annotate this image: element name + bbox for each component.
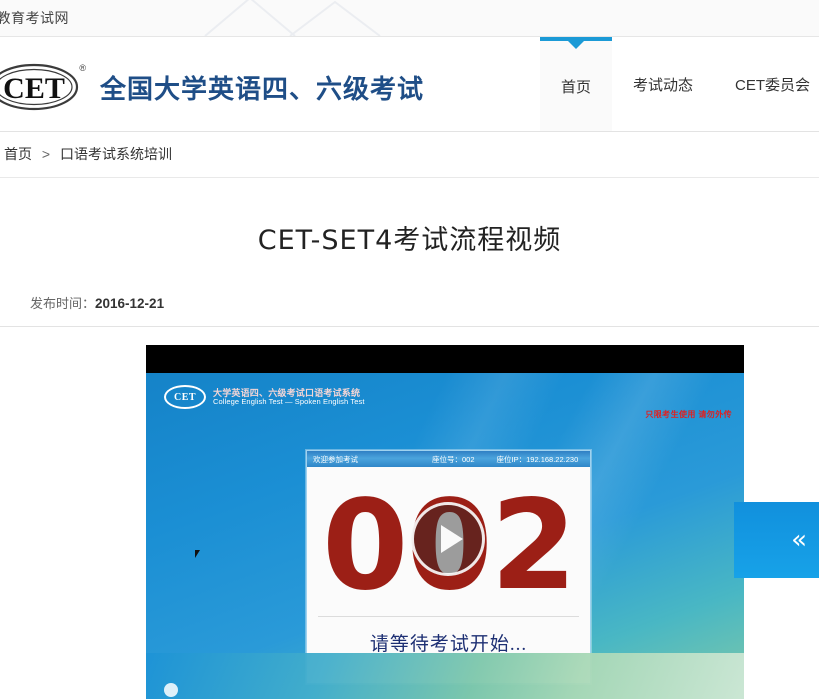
exam-divider [318, 616, 579, 617]
breadcrumb: 首页 > 口语考试系统培训 [0, 132, 819, 178]
svg-text:CET: CET [3, 72, 65, 105]
exam-ip-value: 192.168.22.230 [526, 454, 579, 464]
nav-item-cet-committee[interactable]: CET委员会 [714, 37, 819, 131]
registered-mark: ® [79, 63, 86, 73]
video-letterbox [146, 345, 744, 373]
nav-item-home[interactable]: 首页 [540, 37, 613, 131]
top-utility-bar: 国教育考试网 [0, 0, 819, 37]
play-button[interactable] [411, 502, 485, 576]
exam-dialog-titlebar: 欢迎参加考试 座位号：002 座位IP：192.168.22.230 [307, 451, 590, 467]
breadcrumb-current: 口语考试系统培训 [59, 146, 172, 162]
main-navigation: 首页 考试动态 CET委员会 [540, 37, 819, 131]
breadcrumb-home-link[interactable]: 首页 [4, 146, 32, 162]
side-panel-collapse-handle[interactable]: « [734, 502, 819, 578]
cet-logo-icon: CET ® [0, 57, 88, 117]
video-player[interactable]: CET 大学英语四、六级考试口语考试系统 College English Tes… [146, 345, 744, 699]
video-frame-content: CET 大学英语四、六级考试口语考试系统 College English Tes… [146, 373, 744, 699]
video-cet-oval-icon: CET [164, 385, 206, 409]
brand-block[interactable]: CET ® 全国大学英语四、六级考试 [0, 57, 424, 117]
video-notice-text: 只限考生使用 请勿外传 [645, 410, 732, 419]
mouse-cursor-icon [195, 550, 203, 558]
nav-item-exam-news[interactable]: 考试动态 [612, 37, 714, 131]
site-name-label: 国教育考试网 [0, 10, 69, 26]
chevron-double-left-icon: « [791, 525, 807, 555]
brand-name-label: 全国大学英语四、六级考试 [100, 74, 425, 105]
video-bottom-band [146, 653, 744, 699]
page-title: CET-SET4考试流程视频 [257, 225, 562, 256]
exam-wait-message: 请等待考试开始... [369, 634, 528, 655]
publish-meta: 发布时间：2016-12-21 [0, 293, 819, 327]
exam-ip-info: 座位IP：192.168.22.230 [497, 454, 579, 465]
site-header: CET ® 全国大学英语四、六级考试 首页 考试动态 CET委员会 [0, 37, 819, 132]
nav-item-exam-news-label: 考试动态 [633, 76, 694, 94]
exam-ip-label: 座位IP： [496, 454, 527, 464]
exam-dialog-title: 欢迎参加考试 [313, 454, 358, 464]
video-bottom-dot-icon [164, 683, 178, 697]
exam-seat-info: 座位号：002 [432, 454, 475, 465]
play-triangle-icon [441, 525, 463, 553]
nav-item-cet-committee-label: CET委员会 [735, 76, 811, 94]
publish-time-value: 2016-12-21 [95, 296, 165, 311]
exam-seat-label: 座位号： [432, 454, 462, 464]
publish-time-label: 发布时间： [30, 296, 96, 311]
mountain-watermark-icon [204, 0, 381, 36]
page-root: 国教育考试网 CET ® 全国大学英语四、六级考试 首页 考试动态 [0, 0, 819, 699]
exam-seat-value: 002 [462, 454, 475, 464]
nav-item-home-label: 首页 [561, 78, 592, 96]
video-logo-english: College English Test — Spoken English Te… [213, 396, 365, 406]
breadcrumb-separator: > [41, 146, 51, 162]
video-cet-logo: CET 大学英语四、六级考试口语考试系统 College English Tes… [164, 385, 365, 409]
